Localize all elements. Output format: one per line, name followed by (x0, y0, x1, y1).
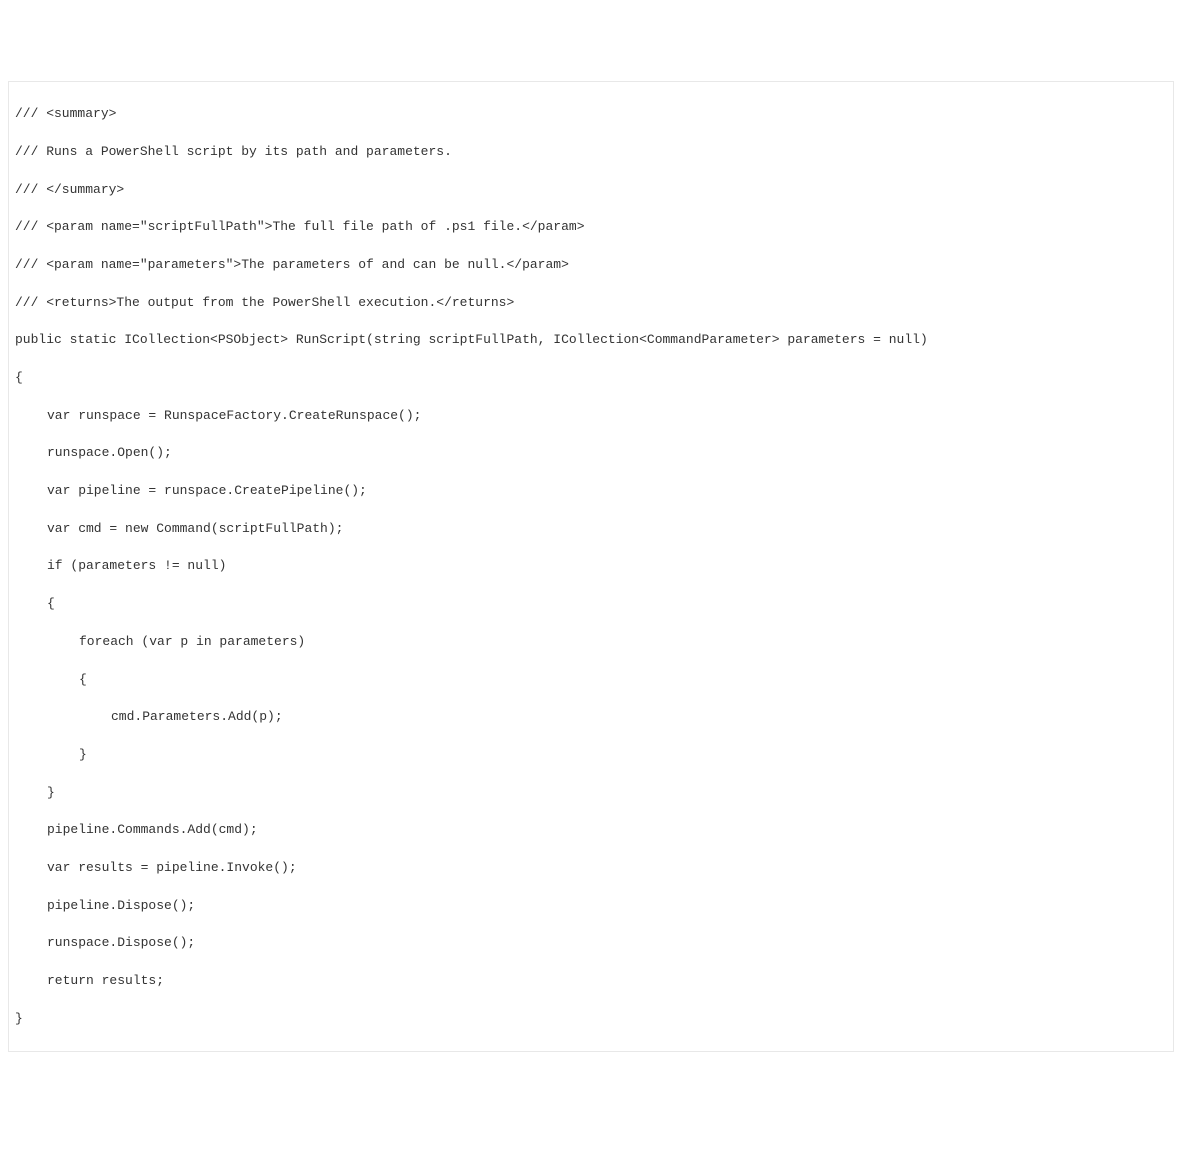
code-line: } (15, 746, 1167, 765)
code-line: runspace.Open(); (15, 444, 1167, 463)
code-line: public static ICollection<PSObject> RunS… (15, 331, 1167, 350)
code-line: } (15, 784, 1167, 803)
code-line: /// Runs a PowerShell script by its path… (15, 143, 1167, 162)
code-line: if (parameters != null) (15, 557, 1167, 576)
code-line: pipeline.Commands.Add(cmd); (15, 821, 1167, 840)
code-block: /// <summary> /// Runs a PowerShell scri… (8, 81, 1174, 1052)
code-line: foreach (var p in parameters) (15, 633, 1167, 652)
code-line: /// <returns>The output from the PowerSh… (15, 294, 1167, 313)
code-line: { (15, 369, 1167, 388)
code-line: cmd.Parameters.Add(p); (15, 708, 1167, 727)
code-line: pipeline.Dispose(); (15, 897, 1167, 916)
code-line: runspace.Dispose(); (15, 934, 1167, 953)
code-line: /// </summary> (15, 181, 1167, 200)
code-line: /// <summary> (15, 105, 1167, 124)
code-line: return results; (15, 972, 1167, 991)
code-line: /// <param name="scriptFullPath">The ful… (15, 218, 1167, 237)
code-line: var cmd = new Command(scriptFullPath); (15, 520, 1167, 539)
code-line: { (15, 595, 1167, 614)
code-line: var pipeline = runspace.CreatePipeline()… (15, 482, 1167, 501)
code-line: { (15, 671, 1167, 690)
code-line: var results = pipeline.Invoke(); (15, 859, 1167, 878)
code-line: /// <param name="parameters">The paramet… (15, 256, 1167, 275)
code-line: var runspace = RunspaceFactory.CreateRun… (15, 407, 1167, 426)
code-line: } (15, 1010, 1167, 1029)
